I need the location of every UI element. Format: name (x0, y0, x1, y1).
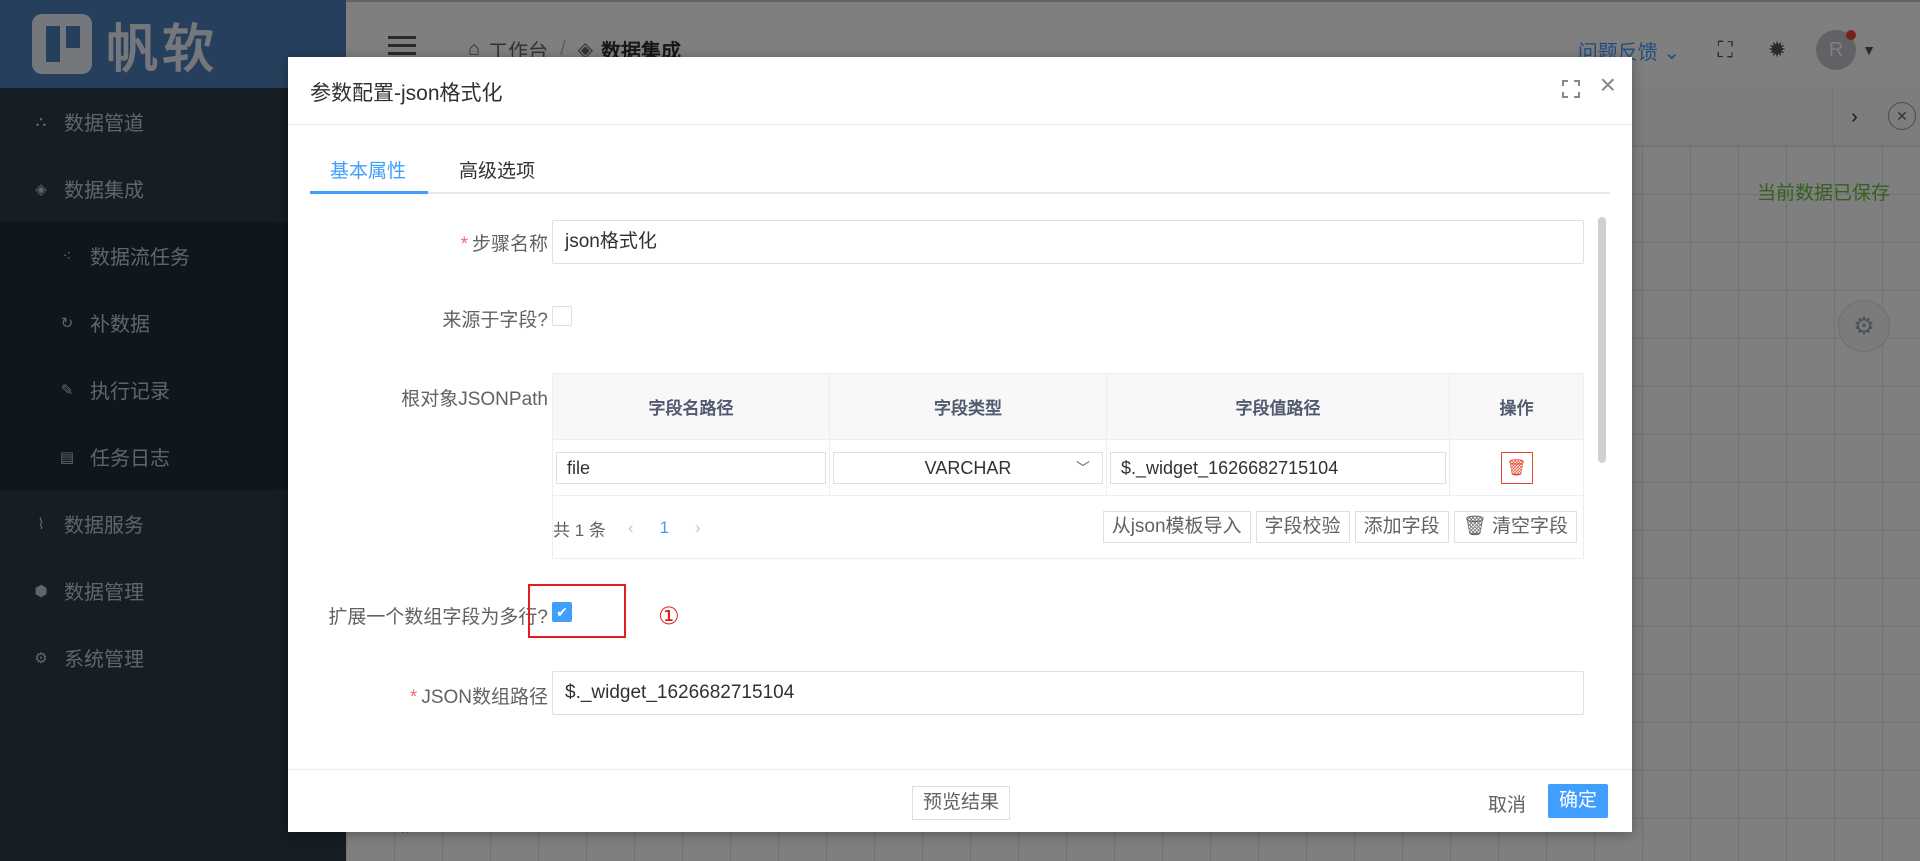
prev-page-icon[interactable]: ‹ (628, 518, 634, 538)
add-field-button[interactable]: 添加字段 (1354, 511, 1449, 543)
clear-fields-label: 清空字段 (1491, 516, 1568, 537)
required-mark: * (460, 234, 468, 255)
field-type-select[interactable]: VARCHAR ﹀ (833, 451, 1103, 484)
validate-fields-button[interactable]: 字段校验 (1255, 511, 1350, 543)
page-number[interactable]: 1 (660, 518, 669, 538)
dialog-header: 参数配置-json格式化 × (288, 57, 1632, 125)
pagination: 共 1 条 ‹ 1 › (553, 498, 701, 558)
annotation-number: ① (658, 603, 680, 630)
column-header: 操作 (1499, 399, 1534, 418)
from-field-label: 来源于字段? (442, 310, 548, 331)
maximize-icon[interactable] (1562, 80, 1580, 98)
root-jsonpath-label: 根对象JSONPath (401, 389, 548, 410)
required-mark: * (409, 687, 418, 708)
table-actions: 从json模板导入 字段校验 添加字段 🗑 清空字段 (1098, 511, 1577, 543)
column-header: 字段名路径 (553, 374, 830, 439)
field-mapping-table: 字段名路径 字段类型 字段值路径 操作 file VARCHAR ﹀ $._wi… (552, 373, 1584, 559)
step-name-label: * 步骤名称 (461, 229, 548, 256)
step-name-label-text: 步骤名称 (471, 234, 548, 255)
table-cell: $._widget_1626682715104 (1107, 440, 1450, 495)
field-name-path-input[interactable]: file (556, 451, 826, 484)
chevron-down-icon: ﹀ (1076, 459, 1090, 476)
table-cell: VARCHAR ﹀ (830, 440, 1107, 495)
annotation-highlight-box (528, 584, 626, 638)
column-header: 字段值路径 (1107, 374, 1450, 439)
confirm-button[interactable]: 确定 (1548, 784, 1608, 818)
json-array-path-label-text: JSON数组路径 (421, 687, 548, 708)
preview-result-button[interactable]: 预览结果 (912, 786, 1011, 820)
dialog-footer: 预览结果 取消 确定 (288, 769, 1632, 832)
param-config-dialog: 参数配置-json格式化 × 基本属性 高级选项 * 步骤名称 json格式化 来… (288, 57, 1632, 832)
total-count: 共 1 条 (553, 520, 606, 540)
table-cell: 🗑 (1450, 440, 1583, 495)
tab-basic-properties[interactable]: 基本属性 (330, 156, 406, 194)
dialog-tabs: 基本属性 高级选项 (310, 152, 1610, 194)
step-name-input[interactable]: json格式化 (552, 220, 1584, 264)
field-type-value: VARCHAR (924, 457, 1012, 478)
active-tab-indicator (310, 191, 428, 194)
scrollbar[interactable] (1598, 217, 1606, 463)
table-cell: file (553, 440, 830, 495)
field-value-path-input[interactable]: $._widget_1626682715104 (1110, 451, 1446, 484)
trash-icon: 🗑 (1462, 516, 1487, 537)
from-field-checkbox[interactable] (552, 306, 572, 326)
cancel-button[interactable]: 取消 (1488, 790, 1526, 817)
next-page-icon[interactable]: › (695, 518, 701, 538)
table-header: 字段名路径 字段类型 字段值路径 操作 (553, 374, 1583, 440)
json-array-path-label: * JSON数组路径 (410, 682, 548, 709)
tab-advanced-options[interactable]: 高级选项 (459, 156, 535, 194)
clear-fields-button[interactable]: 🗑 清空字段 (1453, 511, 1577, 543)
close-icon[interactable]: × (1600, 71, 1616, 99)
dialog-title: 参数配置-json格式化 (310, 82, 503, 105)
json-array-path-input[interactable]: $._widget_1626682715104 (552, 671, 1584, 715)
expand-array-label: 扩展一个数组字段为多行? (328, 607, 548, 628)
trash-icon[interactable]: 🗑 (1500, 451, 1533, 484)
column-header: 字段类型 (830, 374, 1107, 439)
import-from-json-template-button[interactable]: 从json模板导入 (1102, 511, 1251, 543)
table-row: file VARCHAR ﹀ $._widget_1626682715104 🗑 (553, 440, 1583, 496)
